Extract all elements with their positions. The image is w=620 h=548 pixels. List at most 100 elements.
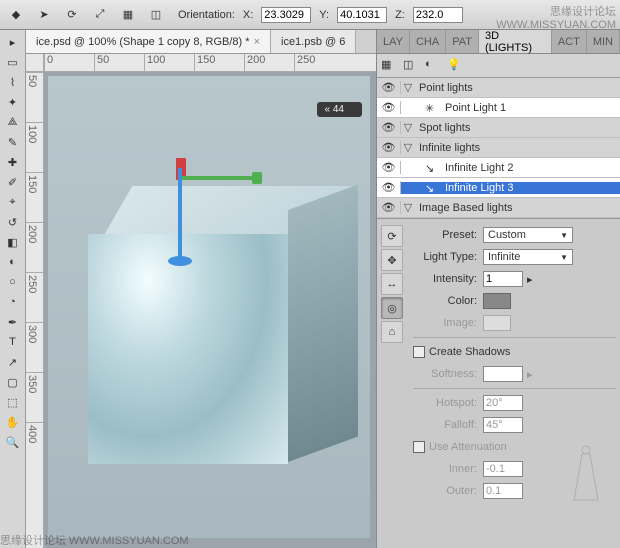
z-input[interactable] [413,7,463,23]
brush-tool[interactable]: ✐ [2,172,24,192]
lights-toolbar: ▦ ◫ ◐ 💡 [377,54,620,78]
hotspot-label: Hotspot: [413,397,477,409]
document-viewport[interactable]: 050100150200250 50100150200250300350400 … [26,54,376,548]
preset-select[interactable]: Custom▼ [483,227,573,243]
eraser-tool[interactable]: ◧ [2,232,24,252]
wand-tool[interactable]: ✦ [2,92,24,112]
infinite-light-icon: ↘ [425,162,439,174]
ruler-origin[interactable] [26,54,44,72]
intensity-slider-icon[interactable]: ▸ [527,273,533,286]
doc-tab-1[interactable]: ice1.psb @ 6 [271,30,356,53]
lasso-tool[interactable]: ⌇ [2,72,24,92]
blur-tool[interactable]: ○ [2,272,24,292]
lighttype-label: Light Type: [413,251,477,263]
group-spot-lights[interactable]: 👁 ▽ Spot lights [377,118,620,138]
lighttype-select[interactable]: Infinite▼ [483,249,573,265]
close-icon[interactable]: × [254,36,260,48]
twisty-icon[interactable]: ▽ [401,81,415,94]
y-input[interactable] [337,7,387,23]
softness-label: Softness: [413,368,477,380]
create-shadows-label: Create Shadows [429,346,510,358]
3d-tools-column: ⟳ ✥ ↔ ◎ ⌂ [381,225,407,343]
visibility-icon[interactable]: 👁 [377,161,401,174]
panel-tab-actions[interactable]: ACT [552,30,587,53]
z-label: Z: [395,9,405,21]
group-image-based-lights[interactable]: 👁 ▽ Image Based lights [377,198,620,218]
doc-nav-badge[interactable]: « 44 [317,102,362,117]
color-swatch[interactable] [483,293,511,309]
path-tool[interactable]: ↗ [2,352,24,372]
pen-tool[interactable]: ✒ [2,312,24,332]
light-pan-tool[interactable]: ✥ [381,249,403,271]
history-tool[interactable]: ↺ [2,212,24,232]
panel-tab-min[interactable]: MIN [587,30,620,53]
filter-mesh-icon[interactable]: ◫ [403,58,419,74]
create-shadows-checkbox[interactable] [413,346,425,358]
use-attenuation-label: Use Attenuation [429,441,507,453]
inner-input [483,461,523,477]
group-infinite-lights[interactable]: 👁 ▽ Infinite lights [377,138,620,158]
visibility-icon[interactable]: 👁 [377,81,401,94]
light-item-point-1[interactable]: 👁 ✳Point Light 1 [377,98,620,118]
shape-tool[interactable]: ▢ [2,372,24,392]
twisty-icon[interactable]: ▽ [401,141,415,154]
outer-label: Outer: [413,485,477,497]
light-home-tool[interactable]: ⌂ [381,321,403,343]
x-label: X: [243,9,253,21]
stamp-tool[interactable]: ⌖ [2,192,24,212]
light-slide-tool[interactable]: ↔ [381,273,403,295]
type-tool[interactable]: T [2,332,24,352]
panel-tab-channels[interactable]: CHA [410,30,446,53]
tool-icon-3[interactable]: ⤢ [90,5,110,25]
light-rotate-tool[interactable]: ⟳ [381,225,403,247]
panel-tab-3d-lights[interactable]: 3D (LIGHTS) [479,30,552,53]
doc-tab-0[interactable]: ice.psd @ 100% (Shape 1 copy 8, RGB/8) *… [26,30,271,53]
tool-icon-5[interactable]: ◫ [146,5,166,25]
filter-scene-icon[interactable]: ▦ [381,58,397,74]
group-point-lights[interactable]: 👁 ▽ Point lights [377,78,620,98]
inner-label: Inner: [413,463,477,475]
visibility-icon[interactable]: 👁 [377,181,401,194]
eyedrop-tool[interactable]: ✎ [2,132,24,152]
spotlight-diagram-icon [570,444,602,504]
filter-light-icon[interactable]: 💡 [447,58,463,74]
image-label: Image: [413,317,477,329]
app-icon: ◆ [6,5,26,25]
ice-cube-object[interactable] [88,186,368,466]
chevron-down-icon: ▼ [560,231,568,240]
visibility-icon[interactable]: 👁 [377,141,401,154]
dodge-tool[interactable]: ◔ [2,292,24,312]
move-tool[interactable]: ▸ [2,32,24,52]
light-item-infinite-3[interactable]: 👁 ↘Infinite Light 3 [377,178,620,198]
visibility-icon[interactable]: 👁 [377,121,401,134]
x-input[interactable] [261,7,311,23]
gradient-tool[interactable]: ◐ [2,252,24,272]
doc-tab-title: ice1.psb @ 6 [281,36,345,48]
3d-tool[interactable]: ⬚ [2,392,24,412]
visibility-icon[interactable]: 👁 [377,101,401,114]
light-point-at-tool[interactable]: ◎ [381,297,403,319]
twisty-icon[interactable]: ▽ [401,201,415,214]
light-item-infinite-2[interactable]: 👁 ↘Infinite Light 2 [377,158,620,178]
falloff-label: Falloff: [413,419,477,431]
tool-icon-1[interactable]: ➤ [34,5,54,25]
gizmo-x-axis[interactable] [180,176,252,180]
visibility-icon[interactable]: 👁 [377,201,401,214]
twisty-icon[interactable]: ▽ [401,121,415,134]
color-label: Color: [413,295,477,307]
image-thumb [483,315,511,331]
intensity-input[interactable] [483,271,523,287]
panel-tab-layers[interactable]: LAY [377,30,410,53]
heal-tool[interactable]: ✚ [2,152,24,172]
hand-tool[interactable]: ✋ [2,412,24,432]
zoom-tool[interactable]: 🔍 [2,432,24,452]
panel-tab-paths[interactable]: PAT [446,30,479,53]
crop-tool[interactable]: ⟁ [2,112,24,132]
panels-dock: LAY CHA PAT 3D (LIGHTS) ACT MIN ▦ ◫ ◐ 💡 … [376,30,620,548]
tool-icon-2[interactable]: ⟳ [62,5,82,25]
filter-material-icon[interactable]: ◐ [425,58,441,74]
tool-icon-4[interactable]: ▦ [118,5,138,25]
marquee-tool[interactable]: ▭ [2,52,24,72]
canvas[interactable]: « 44 [48,76,370,538]
gizmo-y-axis[interactable] [178,168,182,258]
